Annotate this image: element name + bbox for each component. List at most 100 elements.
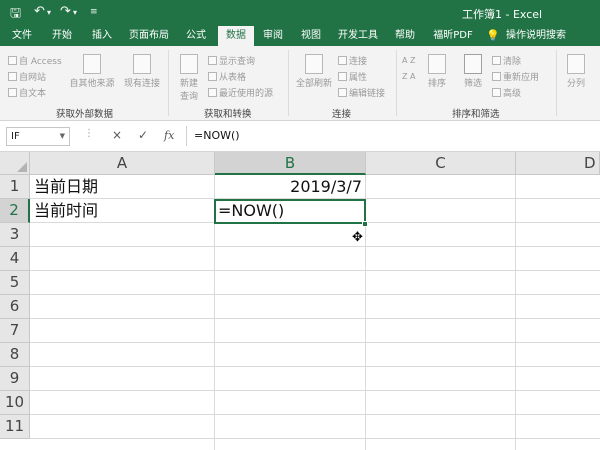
new-query-icon — [180, 54, 198, 74]
row-header-4[interactable]: 4 — [0, 247, 30, 271]
row-header-7[interactable]: 7 — [0, 319, 30, 343]
column-header-a[interactable]: A — [30, 152, 215, 175]
show-queries-icon — [208, 56, 217, 65]
advanced-button[interactable]: 高级 — [492, 86, 521, 99]
sort-asc-button[interactable]: A Z — [402, 56, 416, 65]
refresh-all-button[interactable]: 全部刷新 — [294, 54, 334, 89]
properties-button[interactable]: 属性 — [338, 70, 367, 83]
row-header-1[interactable]: 1 — [0, 175, 30, 199]
formula-bar: IF ▼ ⋮ × ✓ fx =NOW() — [0, 121, 600, 152]
existing-connections-icon — [133, 54, 151, 74]
group-label-get-transform: 获取和转换 — [204, 109, 252, 120]
text-to-columns-button[interactable]: 分列 — [562, 54, 590, 89]
title-bar: 🖫 ↶ ▾ ↷ ▾ ≡ 工作簿1 - Excel — [0, 0, 600, 26]
group-label-sort-filter: 排序和筛选 — [452, 109, 500, 120]
recent-sources-button[interactable]: 最近使用的源 — [208, 86, 273, 99]
show-queries-button[interactable]: 显示查询 — [208, 54, 255, 67]
from-text-button[interactable]: 自文本 — [8, 86, 46, 99]
undo-dropdown-icon[interactable]: ▾ — [47, 8, 51, 17]
filter-icon — [464, 54, 482, 74]
web-icon — [8, 72, 17, 81]
row-header-10[interactable]: 10 — [0, 391, 30, 415]
row-header-6[interactable]: 6 — [0, 295, 30, 319]
group-separator — [288, 50, 289, 116]
tab-file[interactable]: 文件 — [4, 26, 40, 46]
reapply-icon — [492, 72, 501, 81]
recent-sources-icon — [208, 88, 217, 97]
tab-help[interactable]: 帮助 — [390, 26, 420, 46]
text-file-icon — [8, 88, 17, 97]
tab-review[interactable]: 审阅 — [256, 26, 290, 46]
tab-insert[interactable]: 插入 — [84, 26, 120, 46]
group-separator — [556, 50, 557, 116]
select-all-icon — [17, 162, 27, 172]
existing-connections-button[interactable]: 现有连接 — [120, 54, 164, 89]
group-label-connections: 连接 — [332, 109, 352, 120]
sort-desc-button[interactable]: Z A — [402, 72, 416, 81]
tab-page-layout[interactable]: 页面布局 — [124, 26, 174, 46]
cell-b1[interactable]: 2019/3/7 — [216, 175, 362, 199]
window-title: 工作簿1 - Excel — [462, 8, 543, 21]
row-header-11[interactable]: 11 — [0, 415, 30, 439]
column-header-d[interactable]: D — [516, 152, 600, 175]
group-label-get-external-data: 获取外部数据 — [56, 109, 114, 120]
properties-icon — [338, 72, 347, 81]
cell-a2[interactable]: 当前时间 — [34, 199, 212, 223]
worksheet-grid[interactable]: A B C D 1 2 3 4 5 6 7 8 9 10 11 当前日期 201… — [0, 152, 600, 450]
undo-icon[interactable]: ↶ — [34, 4, 45, 19]
from-access-button[interactable]: 自 Access — [8, 54, 62, 67]
connections-button[interactable]: 连接 — [338, 54, 367, 67]
group-separator — [168, 50, 169, 116]
tab-developer[interactable]: 开发工具 — [332, 26, 384, 46]
access-icon — [8, 56, 17, 65]
group-separator — [396, 50, 397, 116]
row-header-8[interactable]: 8 — [0, 343, 30, 367]
save-icon[interactable]: 🖫 — [10, 4, 21, 26]
edit-links-button[interactable]: 编辑链接 — [338, 86, 385, 99]
redo-dropdown-icon[interactable]: ▾ — [73, 8, 77, 17]
connections-icon — [338, 56, 347, 65]
from-table-button[interactable]: 从表格 — [208, 70, 246, 83]
clear-button[interactable]: 清除 — [492, 54, 521, 67]
ribbon-tabs: 文件 开始 插入 页面布局 公式 数据 审阅 视图 开发工具 帮助 福昕PDF … — [0, 26, 600, 46]
column-header-c[interactable]: C — [366, 152, 516, 175]
refresh-icon — [305, 54, 323, 74]
cell-b2[interactable]: =NOW() — [218, 199, 364, 223]
formula-input[interactable]: =NOW() — [194, 129, 240, 142]
filter-button[interactable]: 筛选 — [460, 54, 486, 89]
clear-filter-icon — [492, 56, 501, 65]
tab-foxit-pdf[interactable]: 福昕PDF — [426, 26, 480, 46]
tab-view[interactable]: 视图 — [294, 26, 328, 46]
cell-a1[interactable]: 当前日期 — [34, 175, 212, 199]
tab-formulas[interactable]: 公式 — [178, 26, 214, 46]
enter-icon[interactable]: ✓ — [138, 128, 148, 142]
gridline — [515, 175, 516, 450]
select-all-button[interactable] — [0, 152, 30, 175]
new-query-button[interactable]: 新建 查询 — [174, 54, 204, 102]
cancel-icon[interactable]: × — [112, 128, 122, 142]
tell-me-search[interactable]: 操作说明搜索 — [504, 26, 568, 46]
other-sources-icon — [83, 54, 101, 74]
sort-button[interactable]: 排序 — [424, 54, 450, 89]
row-header-3[interactable]: 3 — [0, 223, 30, 247]
tab-home[interactable]: 开始 — [44, 26, 80, 46]
reapply-button[interactable]: 重新应用 — [492, 70, 539, 83]
from-web-button[interactable]: 自网站 — [8, 70, 46, 83]
column-header-b[interactable]: B — [215, 152, 366, 175]
advanced-filter-icon — [492, 88, 501, 97]
table-icon — [208, 72, 217, 81]
row-header-5[interactable]: 5 — [0, 271, 30, 295]
customize-icon[interactable]: ≡ — [90, 7, 98, 17]
tab-data[interactable]: 数据 — [218, 26, 254, 46]
from-other-sources-button[interactable]: 自其他来源 — [68, 54, 116, 89]
name-box-dropdown-icon[interactable]: ▼ — [60, 128, 65, 145]
edit-links-icon — [338, 88, 347, 97]
formula-bar-separator — [186, 126, 187, 146]
fill-handle[interactable] — [362, 221, 368, 227]
name-box[interactable]: IF ▼ — [6, 127, 70, 146]
sort-icon — [428, 54, 446, 74]
redo-icon[interactable]: ↷ — [60, 4, 71, 19]
row-header-2[interactable]: 2 — [0, 199, 30, 223]
row-header-9[interactable]: 9 — [0, 367, 30, 391]
insert-function-icon[interactable]: fx — [164, 129, 174, 142]
